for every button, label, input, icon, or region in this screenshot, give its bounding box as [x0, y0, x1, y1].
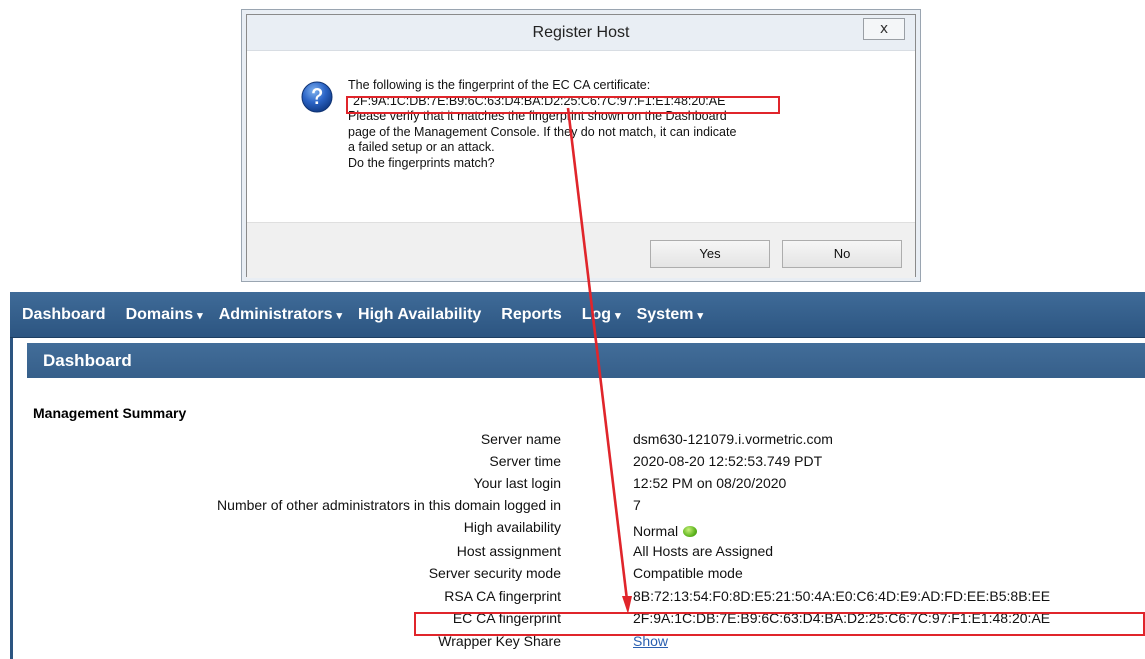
message-line: a failed setup or an attack.: [348, 140, 495, 154]
row-value: 12:52 PM on 08/20/2020: [633, 475, 787, 491]
nav-reports[interactable]: Reports: [501, 306, 565, 324]
dialog-titlebar: Register Host x: [247, 15, 915, 51]
dialog-fingerprint-highlight-box: [346, 96, 780, 114]
row-value: 2F:9A:1C:DB:7E:B9:6C:63:D4:BA:D2:25:C6:7…: [633, 610, 1051, 626]
row-label: Server security mode: [428, 565, 561, 581]
row-label: EC CA fingerprint: [452, 610, 561, 626]
ha-status-text: Normal: [633, 523, 679, 539]
nav-log[interactable]: Log ▾: [582, 306, 621, 324]
dialog-footer: Yes No: [247, 222, 915, 278]
chevron-down-icon: ▾: [615, 309, 621, 322]
row-value: 7: [633, 497, 641, 513]
status-ok-icon: [683, 526, 698, 537]
summary-row-ec-fingerprint: EC CA fingerprint 2F:9A:1C:DB:7E:B9:6C:6…: [13, 608, 1145, 630]
summary-row-security-mode: Server security mode Compatible mode: [13, 563, 1145, 585]
nav-system[interactable]: System ▾: [637, 306, 703, 324]
question-icon: [301, 81, 333, 113]
summary-row-server-time: Server time 2020-08-20 12:52:53.749 PDT: [13, 451, 1145, 473]
nav-administrators[interactable]: Administrators ▾: [219, 306, 342, 324]
no-button[interactable]: No: [782, 240, 902, 268]
row-value: 2020-08-20 12:52:53.749 PDT: [633, 453, 823, 469]
dialog-title: Register Host: [532, 24, 630, 41]
row-value: dsm630-121079.i.vormetric.com: [633, 431, 833, 447]
summary-row-high-availability: High availability Normal: [13, 517, 1145, 539]
row-label: Number of other administrators in this d…: [217, 497, 561, 513]
close-button[interactable]: x: [863, 18, 905, 40]
summary-row-server-name: Server name dsm630-121079.i.vormetric.co…: [13, 429, 1145, 451]
message-line: The following is the fingerprint of the …: [348, 78, 651, 92]
row-label: RSA CA fingerprint: [444, 588, 561, 604]
summary-row-host-assignment: Host assignment All Hosts are Assigned: [13, 541, 1145, 563]
show-link[interactable]: Show: [633, 633, 668, 649]
row-value: All Hosts are Assigned: [633, 543, 774, 559]
chevron-down-icon: ▾: [697, 309, 704, 322]
nav-dashboard[interactable]: Dashboard: [22, 306, 110, 324]
dialog-message: The following is the fingerprint of the …: [348, 78, 888, 171]
summary-row-last-login: Your last login 12:52 PM on 08/20/2020: [13, 473, 1145, 495]
row-label: Wrapper Key Share: [438, 633, 561, 649]
row-label: Host assignment: [456, 543, 561, 559]
summary-row-rsa-fingerprint: RSA CA fingerprint 8B:72:13:54:F0:8D:E5:…: [13, 586, 1145, 608]
yes-button[interactable]: Yes: [650, 240, 770, 268]
row-value: Compatible mode: [633, 565, 743, 581]
row-value: 8B:72:13:54:F0:8D:E5:21:50:4A:E0:C6:4D:E…: [633, 588, 1051, 604]
register-host-dialog: Register Host x The following is the fin…: [246, 14, 916, 278]
page-title: Dashboard: [27, 343, 1145, 378]
dialog-body: The following is the fingerprint of the …: [247, 52, 915, 222]
management-summary-title: Management Summary: [33, 405, 187, 421]
close-icon: x: [879, 21, 889, 37]
chevron-down-icon: ▾: [336, 309, 343, 322]
row-value: Normal: [633, 523, 698, 539]
nav-high-availability[interactable]: High Availability: [358, 306, 485, 324]
summary-row-admins-logged-in: Number of other administrators in this d…: [13, 495, 1145, 517]
row-label: Server name: [480, 431, 561, 447]
dashboard-content: Dashboard Management Summary Server name…: [10, 338, 1145, 659]
top-navigation-bar: Dashboard Domains ▾ Administrators ▾ High …: [10, 292, 1145, 338]
nav-domains[interactable]: Domains ▾: [126, 306, 203, 324]
message-line: page of the Management Console. If they …: [348, 124, 737, 139]
row-label: High availability: [463, 519, 561, 535]
message-line: Do the fingerprints match?: [348, 155, 495, 170]
row-label: Your last login: [473, 475, 561, 491]
management-console: Dashboard Domains ▾ Administrators ▾ High …: [10, 292, 1145, 659]
row-label: Server time: [489, 453, 561, 469]
summary-row-wrapper-key-share: Wrapper Key Share Show: [13, 631, 1145, 653]
chevron-down-icon: ▾: [197, 309, 203, 322]
